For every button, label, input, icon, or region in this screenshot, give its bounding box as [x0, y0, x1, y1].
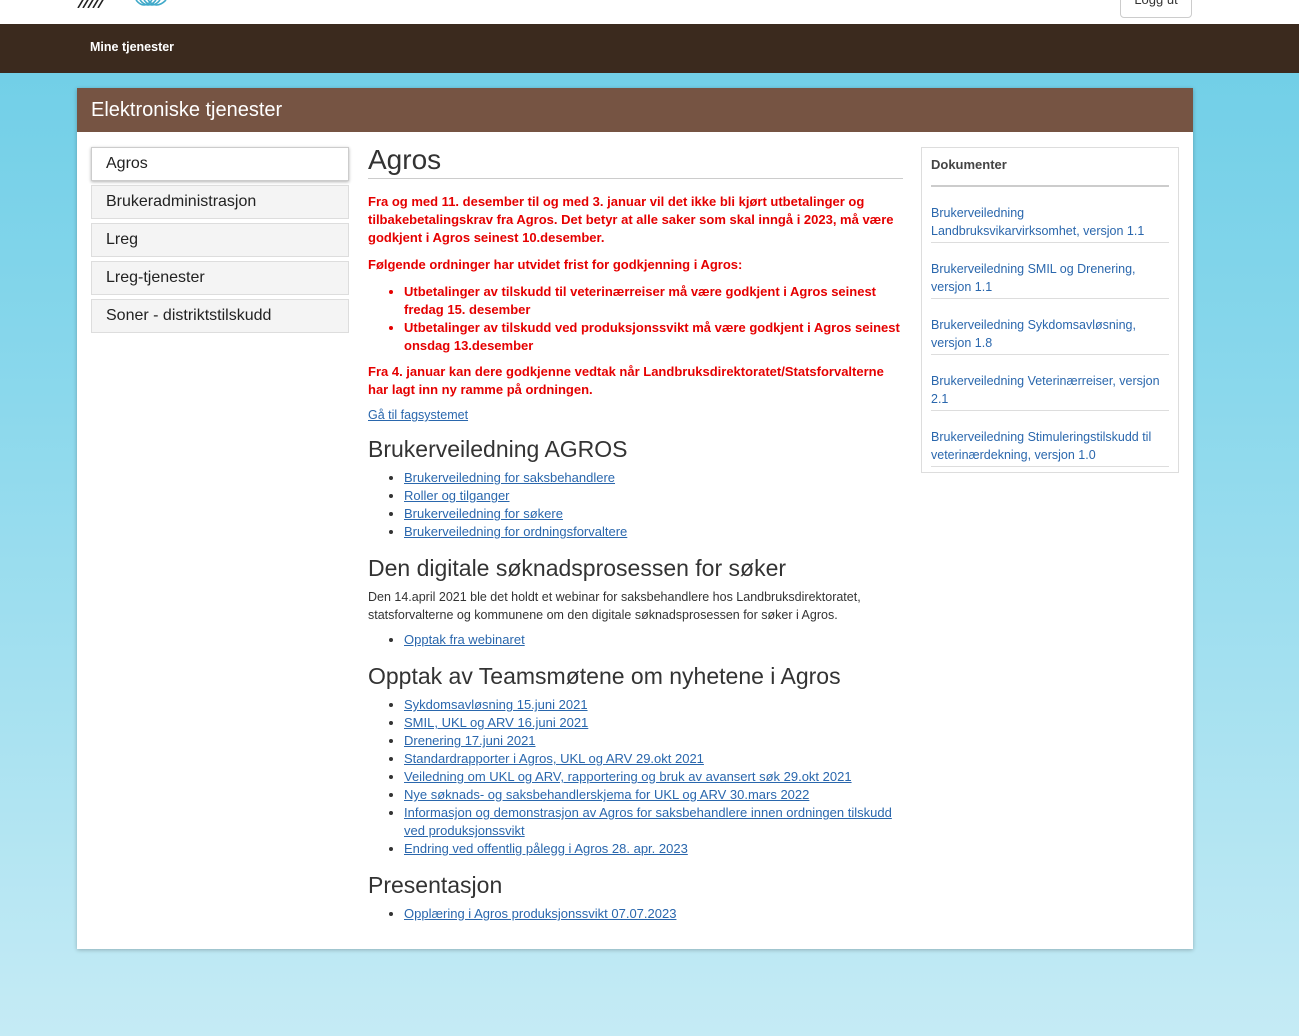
section-title-brukerveiledning: Brukerveiledning AGROS	[368, 436, 628, 462]
link-teams-7[interactable]: Informasjon og demonstrasjon av Agros fo…	[404, 805, 892, 838]
document-link[interactable]: Brukerveiledning Veterinærreiser, versjo…	[931, 374, 1160, 406]
page-title: Agros	[368, 144, 903, 179]
sidebar-item-lreg[interactable]: Lreg	[91, 223, 349, 257]
link-sokere[interactable]: Brukerveiledning for søkere	[404, 506, 563, 521]
documents-heading: Dokumenter	[931, 148, 1169, 187]
documents-panel: Dokumenter Brukerveiledning Landbruksvik…	[921, 147, 1179, 473]
document-link[interactable]: Brukerveiledning Stimuleringstilskudd ti…	[931, 430, 1151, 462]
notice-paragraph-1: Fra og med 11. desember til og med 3. ja…	[368, 194, 894, 245]
fagsystem-link[interactable]: Gå til fagsystemet	[368, 408, 468, 422]
main-content: Agros Fra og med 11. desember til og med…	[368, 144, 903, 923]
section-title-teams: Opptak av Teamsmøtene om nyhetene i Agro…	[368, 663, 841, 689]
logout-button[interactable]: Logg ut	[1120, 0, 1192, 18]
document-link[interactable]: Brukerveiledning Landbruksvikarvirksomhe…	[931, 206, 1144, 238]
document-link[interactable]: Brukerveiledning SMIL og Drenering, vers…	[931, 262, 1136, 294]
link-teams-8[interactable]: Endring ved offentlig pålegg i Agros 28.…	[404, 841, 688, 856]
section-title-digital: Den digitale søknadsprosessen for søker	[368, 555, 787, 581]
notice-paragraph-2: Følgende ordninger har utvidet frist for…	[368, 257, 743, 272]
section-title-presentasjon: Presentasjon	[368, 872, 503, 898]
link-presentasjon[interactable]: Opplæring i Agros produksjonssvikt 07.07…	[404, 906, 676, 921]
link-roller[interactable]: Roller og tilganger	[404, 488, 510, 503]
sidebar-item-lreg-tjenester[interactable]: Lreg-tjenester	[91, 261, 349, 295]
digital-description: Den 14.april 2021 ble det holdt et webin…	[368, 590, 861, 622]
document-link[interactable]: Brukerveiledning Sykdomsavløsning, versj…	[931, 318, 1136, 350]
sidebar-item-brukeradministrasjon[interactable]: Brukeradministrasjon	[91, 185, 349, 219]
sidebar-item-soner[interactable]: Soner - distriktstilskudd	[91, 299, 349, 333]
link-teams-3[interactable]: Drenering 17.juni 2021	[404, 733, 536, 748]
digital-list: Opptak fra webinaret	[368, 631, 903, 649]
sidebar-item-agros[interactable]: Agros	[91, 147, 349, 181]
notice-list-item: Utbetalinger av tilskudd til veterinærre…	[404, 283, 903, 319]
link-teams-6[interactable]: Nye søknads- og saksbehandlerskjema for …	[404, 787, 809, 802]
link-saksbehandlere[interactable]: Brukerveiledning for saksbehandlere	[404, 470, 615, 485]
link-webinar[interactable]: Opptak fra webinaret	[404, 632, 525, 647]
notice-list: Utbetalinger av tilskudd til veterinærre…	[368, 283, 903, 355]
nav-mine-tjenester[interactable]: Mine tjenester	[90, 40, 174, 54]
teams-list: Sykdomsavløsning 15.juni 2021 SMIL, UKL …	[368, 696, 903, 858]
top-bar: Logg ut	[0, 0, 1299, 24]
link-teams-5[interactable]: Veiledning om UKL og ARV, rapportering o…	[404, 769, 852, 784]
notice-paragraph-3: Fra 4. januar kan dere godkjenne vedtak …	[368, 364, 884, 397]
services-panel: Elektroniske tjenester Agros Brukeradmin…	[77, 88, 1193, 949]
link-ordningsforvaltere[interactable]: Brukerveiledning for ordningsforvaltere	[404, 524, 627, 539]
link-teams-4[interactable]: Standardrapporter i Agros, UKL og ARV 29…	[404, 751, 704, 766]
brukerveiledning-list: Brukerveiledning for saksbehandlere Roll…	[368, 469, 903, 541]
logo[interactable]	[76, 0, 176, 13]
link-teams-2[interactable]: SMIL, UKL og ARV 16.juni 2021	[404, 715, 588, 730]
link-teams-1[interactable]: Sykdomsavløsning 15.juni 2021	[404, 697, 588, 712]
notice-block: Fra og med 11. desember til og med 3. ja…	[368, 193, 903, 399]
main-navbar: Mine tjenester	[0, 24, 1299, 73]
panel-title: Elektroniske tjenester	[77, 88, 1193, 132]
notice-list-item: Utbetalinger av tilskudd ved produksjons…	[404, 319, 903, 355]
presentasjon-list: Opplæring i Agros produksjonssvikt 07.07…	[368, 905, 903, 923]
sidebar: Agros Brukeradministrasjon Lreg Lreg-tje…	[91, 147, 349, 337]
